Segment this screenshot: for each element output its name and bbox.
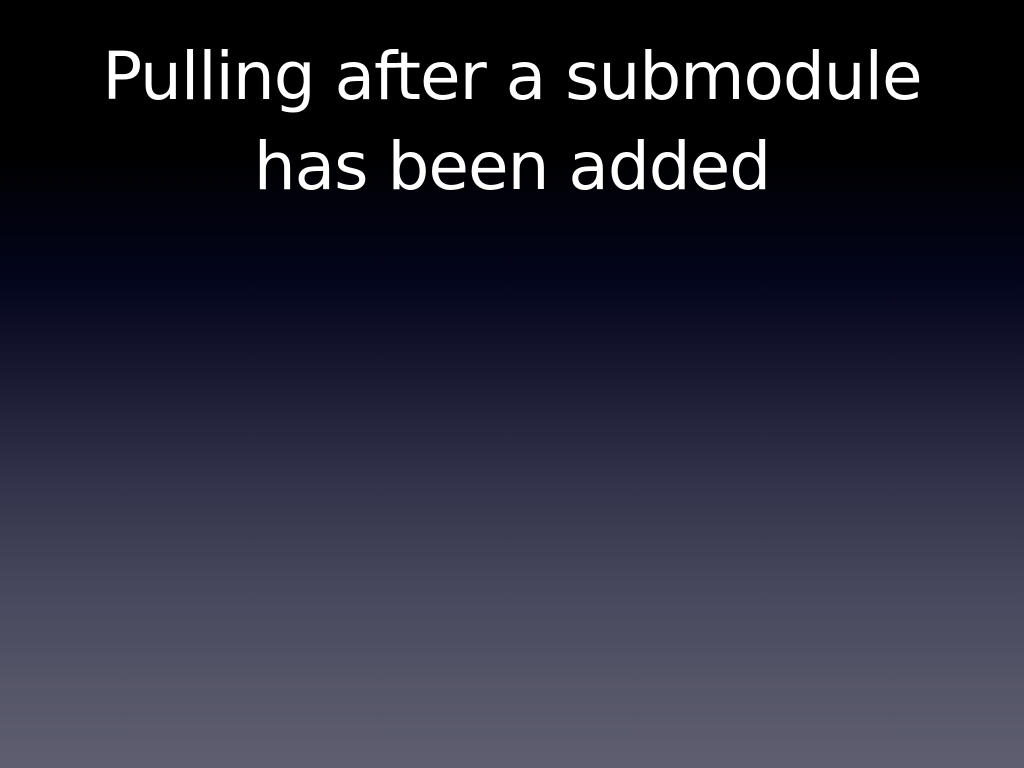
slide: Pulling after a submodule has been added — [0, 0, 1024, 768]
slide-title-line-1: Pulling after a submodule — [102, 38, 922, 115]
slide-title-line-2: has been added — [253, 128, 771, 205]
slide-title: Pulling after a submodule has been added — [0, 32, 1024, 212]
